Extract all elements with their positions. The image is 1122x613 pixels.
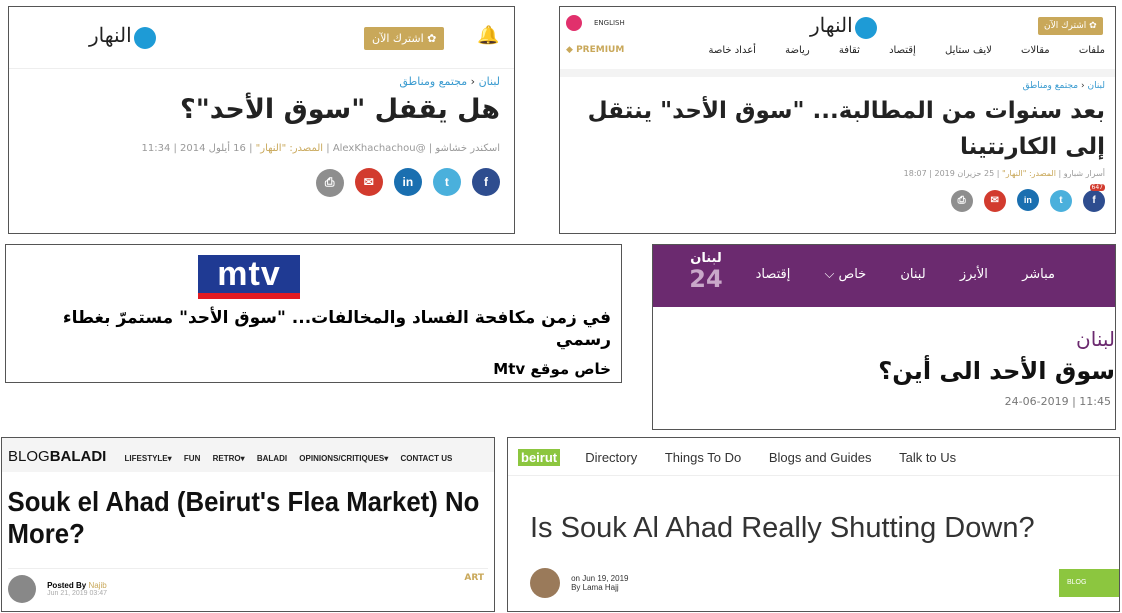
article-title: بعد سنوات من المطالبة... "سوق الأحد" ينت…: [587, 98, 1105, 160]
sun-icon: [854, 16, 877, 39]
nav-directory[interactable]: Directory: [585, 450, 637, 465]
nav-lifestyle[interactable]: لايف ستايل: [945, 45, 992, 56]
nav-contact[interactable]: CONTACT US: [400, 454, 452, 463]
panel-blogbaladi: BLOGBALADI LIFESTYLE▾ FUN RETRO▾ BALADI …: [1, 437, 495, 612]
nav-talk-to-us[interactable]: Talk to Us: [899, 450, 956, 465]
tag-blog[interactable]: BLOG: [1059, 569, 1119, 597]
nav-lifestyle[interactable]: LIFESTYLE: [125, 454, 168, 463]
breadcrumb: لبنان ‹ مجتمع ومناطق: [23, 75, 500, 88]
nav-things-to-do[interactable]: Things To Do: [665, 450, 741, 465]
top-nav: beirut Directory Things To Do Blogs and …: [508, 438, 1119, 476]
bell-icon[interactable]: 🔔: [477, 25, 499, 46]
share-bar: f 647 t in ✉ ⎙: [566, 184, 1105, 212]
article-title: هل يقفل "سوق الأحد"؟: [180, 94, 500, 125]
facebook-icon[interactable]: f: [472, 168, 500, 196]
article-title: Souk el Ahad (Beirut's Flea Market) No M…: [7, 486, 480, 549]
nav-special[interactable]: أعداد خاصة: [708, 45, 756, 56]
subscribe-button[interactable]: ✿ اشترك الآن: [1038, 17, 1103, 35]
chevron-down-icon: ⌵: [824, 267, 835, 282]
nav-economy[interactable]: إقتصاد: [889, 45, 916, 56]
logo-blogbaladi[interactable]: BLOGBALADI: [8, 448, 111, 465]
post-date: on Jun 19, 2019: [571, 574, 629, 583]
nav-exclusive[interactable]: خاص ⌵: [825, 267, 867, 282]
facebook-icon[interactable]: f: [1083, 189, 1105, 212]
top-nav: لبنان 24 مباشر الأبرز لبنان خاص ⌵ إقتصاد: [653, 245, 1115, 307]
logo-annahar[interactable]: النهار: [810, 13, 879, 39]
logo-annahar[interactable]: النهار: [89, 23, 158, 49]
nav-culture[interactable]: ثقافة: [839, 45, 860, 56]
nav-sports[interactable]: رياضة: [785, 45, 810, 56]
subscribe-button[interactable]: ✿ اشترك الآن: [364, 27, 445, 50]
panel-mtv: mtv في زمن مكافحة الفساد والمخالفات... "…: [5, 244, 622, 383]
flower-icon: ✿: [1089, 21, 1097, 31]
twitter-icon[interactable]: t: [1049, 189, 1072, 212]
article-title: في زمن مكافحة الفساد والمخالفات... "سوق …: [62, 308, 611, 350]
logo-mtv[interactable]: mtv: [198, 255, 300, 299]
english-link[interactable]: ENGLISH: [594, 19, 625, 27]
avatar[interactable]: [8, 575, 36, 603]
breadcrumb-lebanon[interactable]: لبنان: [479, 75, 500, 88]
panel-beirut: beirut Directory Things To Do Blogs and …: [507, 437, 1120, 612]
nav-blogs-guides[interactable]: Blogs and Guides: [769, 450, 872, 465]
instagram-icon[interactable]: [566, 15, 582, 31]
panel-annahar-2019: ENGLISH ◆ PREMIUM النهار ✿ اشترك الآن مل…: [559, 6, 1116, 234]
article-date: 11:45 | 24-06-2019: [1004, 395, 1111, 408]
avatar[interactable]: [530, 568, 560, 598]
share-count: 647: [1089, 184, 1105, 191]
panel-annahar-2014: النهار ✿ اشترك الآن 🔔 لبنان ‹ مجتمع ومنا…: [8, 6, 515, 234]
nav-files[interactable]: ملفات: [1079, 45, 1105, 56]
nav-highlights[interactable]: الأبرز: [960, 267, 988, 282]
logo-lebanon24[interactable]: لبنان 24: [681, 251, 731, 301]
breadcrumb-lebanon[interactable]: لبنان: [1087, 81, 1105, 91]
linkedin-icon[interactable]: in: [393, 168, 422, 196]
main-nav: ملفات مقالات لايف ستايل إقتصاد ثقافة ريا…: [708, 45, 1105, 56]
nav-live[interactable]: مباشر: [1022, 267, 1055, 282]
nav-retro[interactable]: RETRO: [213, 454, 241, 463]
article-meta: اسكندر خشاشو | @AlexKhachachou | المصدر:…: [141, 143, 500, 154]
article-title: سوق الأحد الى أين؟: [878, 357, 1115, 385]
author-link[interactable]: Najib: [88, 581, 106, 590]
tag-art[interactable]: ART: [464, 573, 484, 583]
twitter-icon[interactable]: t: [432, 168, 461, 196]
print-icon[interactable]: ⎙: [950, 189, 973, 212]
breadcrumb-society[interactable]: مجتمع ومناطق: [399, 75, 467, 88]
nav-articles[interactable]: مقالات: [1021, 45, 1050, 56]
author-link[interactable]: By Lama Hajj: [571, 583, 628, 592]
flower-icon: ✿: [427, 32, 437, 45]
email-icon[interactable]: ✉: [983, 189, 1006, 212]
nav-economy[interactable]: إقتصاد: [756, 267, 791, 282]
article-byline: خاص موقع Mtv: [493, 360, 611, 378]
chevron-left-icon: ‹: [470, 75, 476, 88]
category-label[interactable]: لبنان: [653, 327, 1115, 351]
panel-lebanon24: لبنان 24 مباشر الأبرز لبنان خاص ⌵ إقتصاد…: [652, 244, 1116, 430]
email-icon[interactable]: ✉: [354, 168, 383, 196]
sun-icon: [133, 26, 156, 49]
chevron-left-icon: ‹: [1080, 81, 1085, 91]
article-meta: أسرار شبارو | المصدر: "النهار" | 25 حزير…: [903, 169, 1105, 178]
premium-link[interactable]: ◆ PREMIUM: [566, 45, 624, 55]
top-nav: BLOGBALADI LIFESTYLE▾ FUN RETRO▾ BALADI …: [2, 438, 494, 472]
logo-beirut[interactable]: beirut: [518, 449, 561, 466]
article-title: Is Souk Al Ahad Really Shutting Down?: [530, 512, 1035, 544]
breadcrumb-society[interactable]: مجتمع ومناطق: [1023, 81, 1079, 91]
nav-fun[interactable]: FUN: [184, 454, 200, 463]
breadcrumb: لبنان ‹ مجتمع ومناطق: [566, 81, 1105, 91]
nav-opinions[interactable]: OPINIONS/CRITIQUES: [299, 454, 384, 463]
nav-lebanon[interactable]: لبنان: [900, 267, 925, 282]
linkedin-icon[interactable]: in: [1016, 189, 1039, 211]
post-date: Jun 21, 2019 03:47: [47, 590, 108, 597]
share-bar: f t in ✉ ⎙: [23, 168, 500, 197]
print-icon[interactable]: ⎙: [315, 168, 344, 197]
nav-baladi[interactable]: BALADI: [257, 454, 287, 463]
